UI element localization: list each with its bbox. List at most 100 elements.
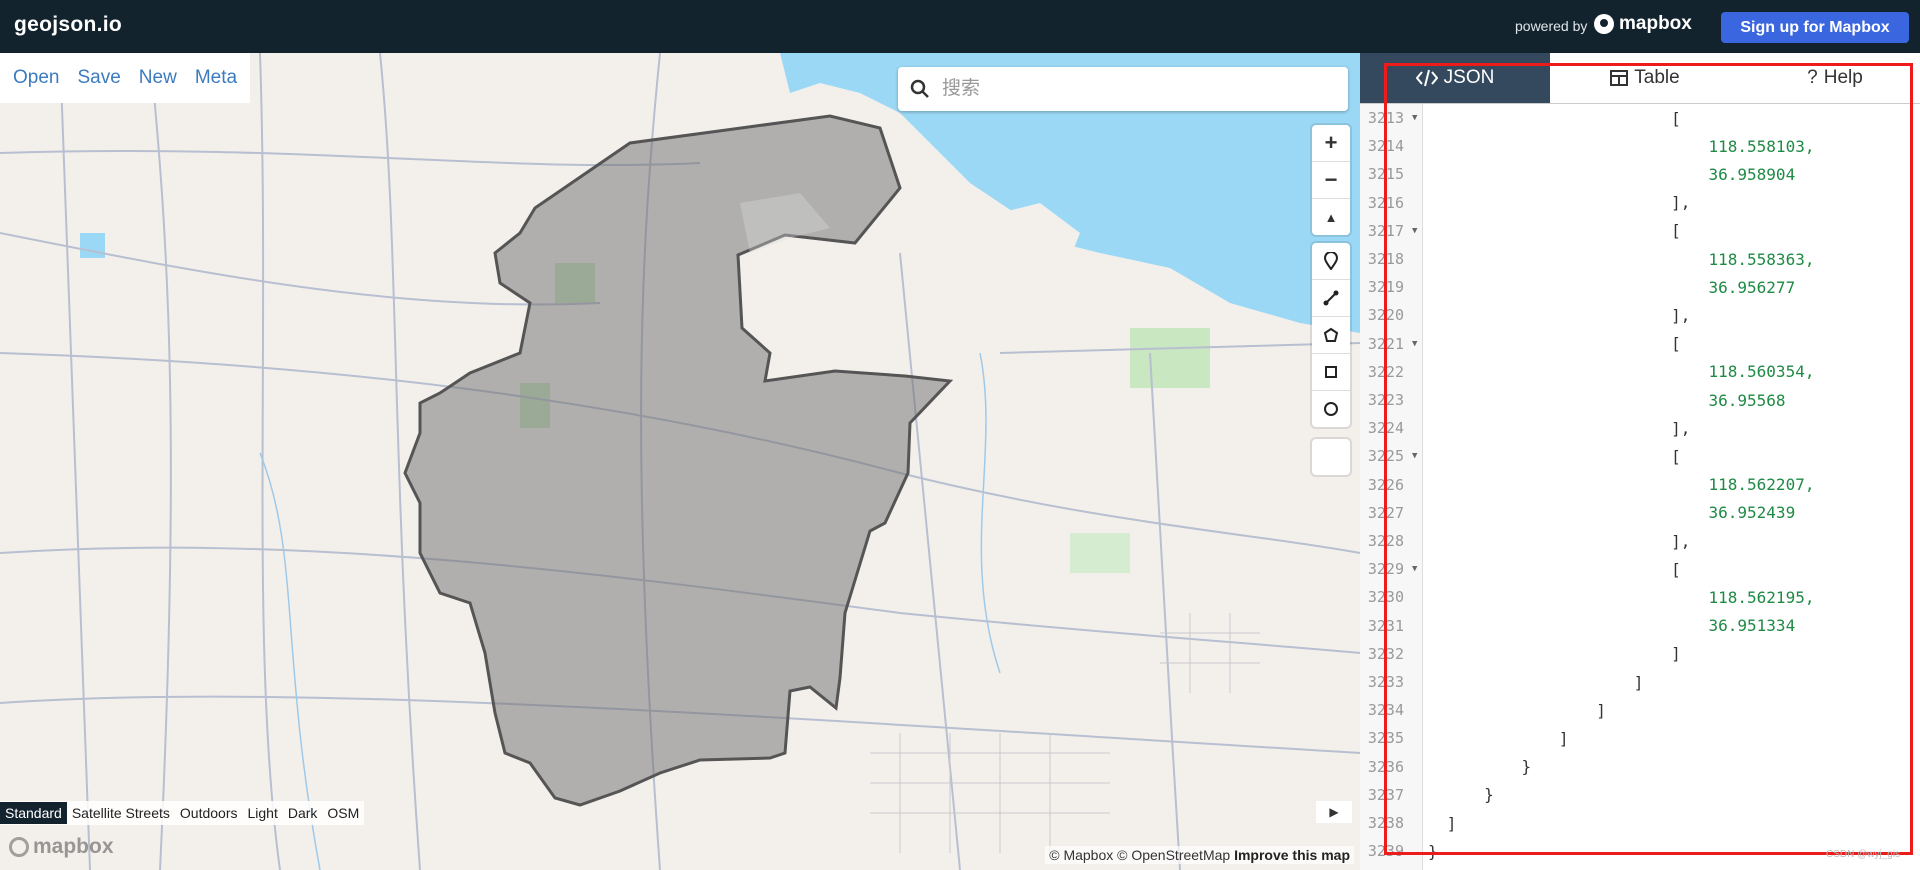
menu-save[interactable]: Save [77, 67, 120, 89]
draw-line-button[interactable] [1312, 280, 1350, 317]
draw-circle-button[interactable] [1312, 391, 1350, 427]
mapbox-logo[interactable]: mapbox [1594, 13, 1692, 35]
code-text: ] [1446, 813, 1457, 833]
line-number: 3220 [1367, 306, 1404, 325]
mapbox-watermark-icon [9, 837, 29, 857]
line-number: 3217 [1367, 221, 1404, 240]
line-number: 3225 [1367, 447, 1404, 466]
tab-json-label: JSON [1443, 67, 1495, 88]
draw-marker-button[interactable] [1312, 243, 1350, 280]
code-text: [ [1671, 108, 1681, 128]
collapse-button[interactable]: ▶ [1316, 801, 1352, 823]
code-text: 118.562195, [1708, 587, 1815, 607]
code-text: } [1521, 757, 1532, 777]
side-panel: JSON Table ? Help 3213 ▼[3214 118.558103, 3… [1360, 53, 1920, 870]
search-input[interactable] [940, 73, 1334, 105]
city-grid [870, 613, 1260, 853]
fold-arrow-icon[interactable]: ▼ [1412, 564, 1417, 574]
mapbox-logo-text: mapbox [1619, 13, 1692, 34]
water-body [80, 233, 105, 258]
code-text: ] [1671, 644, 1681, 664]
zoom-controls: + − ▲ [1312, 125, 1350, 235]
compass-button[interactable]: ▲ [1312, 199, 1350, 235]
code-text: ], [1671, 193, 1691, 213]
tab-json[interactable]: JSON [1360, 53, 1550, 103]
code-text: 118.560354, [1708, 362, 1815, 382]
fold-arrow-icon[interactable]: ▼ [1412, 339, 1417, 349]
style-light[interactable]: Light [242, 802, 282, 824]
tab-help[interactable]: ? Help [1740, 53, 1920, 103]
code-line: 3213 ▼ [ [1360, 104, 1920, 132]
brand-logo[interactable]: geojson.io [14, 13, 122, 37]
code-text: 118.558103, [1708, 136, 1815, 156]
line-number: 3226 [1367, 475, 1404, 494]
zoom-out-button[interactable]: − [1312, 162, 1350, 199]
marker-icon [1323, 252, 1339, 270]
code-line: 3230 118.562195, [1360, 583, 1920, 611]
code-line: 3234] [1360, 696, 1920, 724]
code-line: 3220], [1360, 301, 1920, 329]
line-number: 3237 [1367, 785, 1404, 804]
code-text: ] [1558, 728, 1569, 748]
code-line: 3227 36.952439 [1360, 499, 1920, 527]
line-number: 3232 [1367, 644, 1404, 663]
arrow-right-icon: ▶ [1329, 805, 1339, 819]
attribution-osm[interactable]: © OpenStreetMap [1117, 847, 1230, 863]
menu-open[interactable]: Open [13, 67, 59, 89]
code-text: 36.951334 [1708, 616, 1796, 636]
code-line: 3221 ▼ [ [1360, 330, 1920, 358]
json-editor[interactable]: 3213 ▼ [3214 118.558103, 3215 36.958904 3216],… [1360, 104, 1920, 870]
code-line: 3229 ▼ [ [1360, 555, 1920, 583]
code-text: [ [1671, 559, 1681, 579]
mapbox-watermark-text: mapbox [33, 835, 114, 858]
improve-map-link[interactable]: Improve this map [1234, 847, 1350, 863]
code-line: 3219 36.956277 [1360, 273, 1920, 301]
powered-by-label: powered by [1515, 18, 1588, 34]
zoom-in-button[interactable]: + [1312, 125, 1350, 162]
style-osm[interactable]: OSM [322, 802, 364, 824]
draw-rectangle-button[interactable] [1312, 354, 1350, 391]
fold-arrow-icon[interactable]: ▼ [1412, 113, 1417, 123]
line-number: 3235 [1367, 729, 1404, 748]
tab-table-label: Table [1634, 67, 1680, 88]
edit-tool-button[interactable] [1312, 439, 1350, 475]
table-icon [1610, 70, 1629, 86]
search-box [898, 67, 1348, 111]
style-standard[interactable]: Standard [0, 802, 67, 824]
circle-icon [1324, 402, 1338, 416]
line-number: 3221 [1367, 334, 1404, 353]
line-number: 3213 [1367, 109, 1404, 127]
search-icon [910, 79, 929, 98]
code-line: 3228], [1360, 527, 1920, 555]
signup-button[interactable]: Sign up for Mapbox [1721, 12, 1909, 43]
attribution-mapbox[interactable]: © Mapbox [1049, 847, 1113, 863]
style-dark[interactable]: Dark [283, 802, 323, 824]
tab-table[interactable]: Table [1550, 53, 1740, 103]
code-text: 36.956277 [1708, 277, 1796, 297]
line-number: 3231 [1367, 616, 1404, 635]
draw-polygon-button[interactable] [1312, 317, 1350, 354]
code-line: 3224], [1360, 414, 1920, 442]
map-attribution: © Mapbox © OpenStreetMap Improve this ma… [1045, 846, 1354, 864]
menu-meta[interactable]: Meta [195, 67, 237, 89]
style-outdoors[interactable]: Outdoors [175, 802, 243, 824]
line-number: 3234 [1367, 701, 1404, 720]
rectangle-icon [1325, 366, 1337, 378]
county-polygon[interactable] [403, 114, 954, 807]
mapbox-watermark[interactable]: mapbox [9, 835, 114, 859]
code-line: 3223 36.95568 [1360, 386, 1920, 414]
menu-new[interactable]: New [139, 67, 177, 89]
line-number: 3218 [1367, 250, 1404, 268]
code-line: 3236} [1360, 753, 1920, 781]
line-number: 3216 [1367, 193, 1404, 212]
code-line: 3222 118.560354, [1360, 358, 1920, 386]
style-satellite-streets[interactable]: Satellite Streets [67, 802, 175, 824]
csdn-watermark: CSDN @wyj_gis [1826, 849, 1901, 860]
code-icon [1415, 69, 1438, 87]
code-text: 36.952439 [1708, 503, 1796, 523]
map-canvas[interactable]: Open Save New Meta + − ▲ S [0, 53, 1360, 870]
fold-arrow-icon[interactable]: ▼ [1412, 226, 1417, 236]
code-line: 3233] [1360, 668, 1920, 696]
fold-arrow-icon[interactable]: ▼ [1412, 451, 1417, 461]
code-text: 118.558363, [1708, 249, 1815, 269]
